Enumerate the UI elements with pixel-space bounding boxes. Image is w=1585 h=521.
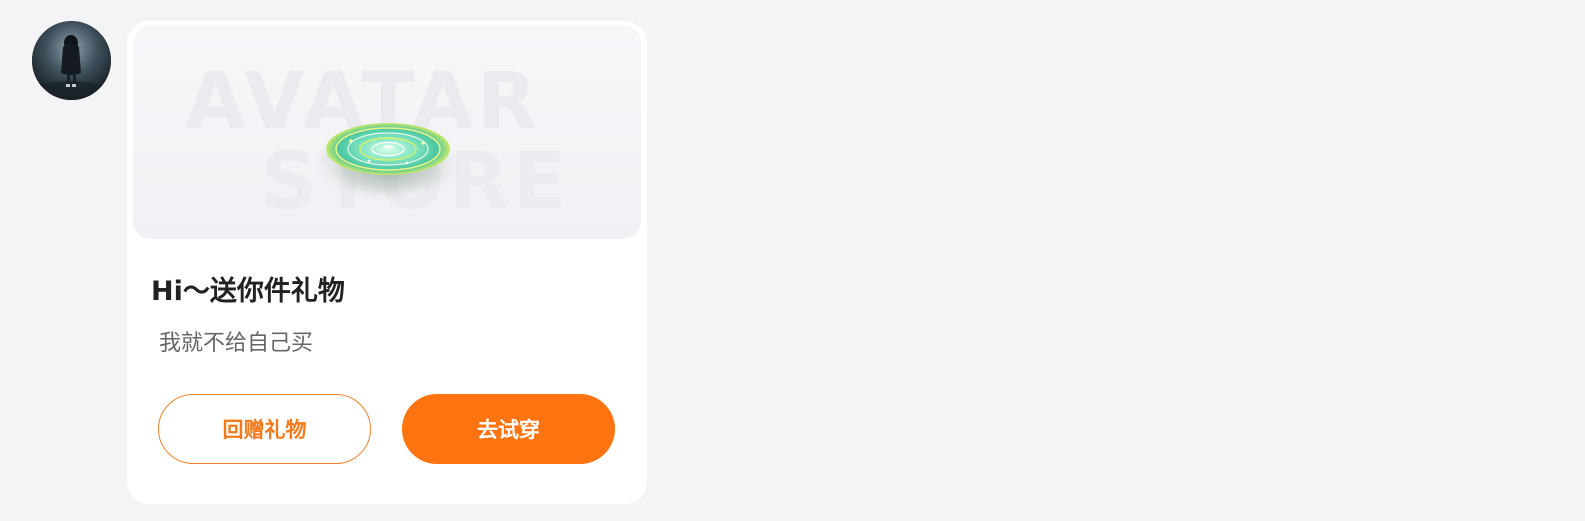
girl-in-rain-avatar-icon	[32, 21, 111, 100]
chat-page: AVATAR STORE	[0, 0, 1585, 521]
gift-card: AVATAR STORE	[127, 21, 647, 504]
gift-message-title: Hi～送你件礼物	[151, 276, 345, 307]
sender-avatar[interactable]	[32, 21, 111, 100]
gift-banner: AVATAR STORE	[133, 25, 641, 239]
holographic-disc-icon	[312, 123, 464, 203]
return-gift-button[interactable]: 回赠礼物	[158, 394, 371, 464]
gift-message-subtitle: 我就不给自己买	[159, 331, 314, 356]
try-on-button[interactable]: 去试穿	[402, 394, 615, 464]
